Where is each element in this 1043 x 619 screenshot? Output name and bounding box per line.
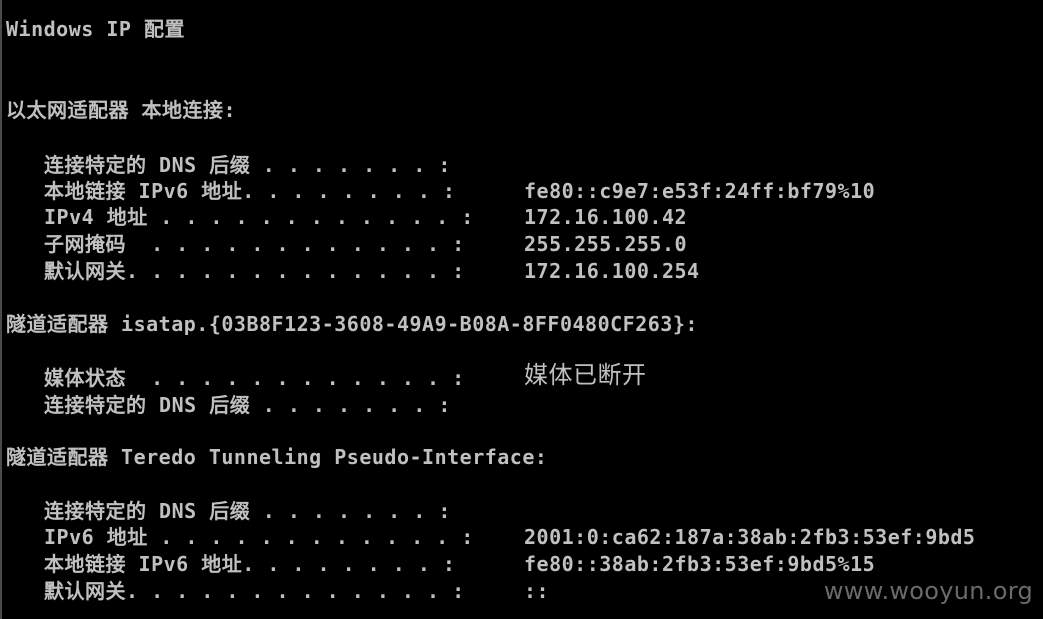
console-title: Windows IP 配置 bbox=[6, 17, 185, 41]
row-value: 255.255.255.0 bbox=[524, 232, 688, 256]
watermark: www.wooyun.org bbox=[823, 577, 1033, 605]
section-header-teredo: 隧道适配器 Teredo Tunneling Pseudo-Interface: bbox=[6, 445, 548, 469]
section-header-isatap: 隧道适配器 isatap.{03B8F123-3608-49A9-B08A-8F… bbox=[6, 312, 698, 336]
row-value: :: bbox=[524, 579, 550, 603]
row-label: 默认网关. . . . . . . . . . . . . : bbox=[44, 579, 465, 603]
row-value: 媒体已断开 bbox=[524, 361, 647, 389]
row-label: 连接特定的 DNS 后缀 . . . . . . . : bbox=[44, 153, 451, 177]
row-label: 连接特定的 DNS 后缀 . . . . . . . : bbox=[44, 393, 451, 417]
section-header-ethernet: 以太网适配器 本地连接: bbox=[6, 98, 237, 122]
row-label: 本地链接 IPv6 地址. . . . . . . . : bbox=[44, 552, 456, 576]
row-label: 子网掩码 . . . . . . . . . . . . : bbox=[44, 232, 465, 256]
row-value: 172.16.100.254 bbox=[524, 259, 700, 283]
row-label: 本地链接 IPv6 地址. . . . . . . . : bbox=[44, 179, 456, 203]
row-value: 2001:0:ca62:187a:38ab:2fb3:53ef:9bd5 bbox=[524, 525, 976, 549]
console-window[interactable]: Windows IP 配置 以太网适配器 本地连接: 连接特定的 DNS 后缀 … bbox=[0, 0, 1043, 619]
row-label: 连接特定的 DNS 后缀 . . . . . . . : bbox=[44, 499, 451, 523]
row-value: 172.16.100.42 bbox=[524, 205, 688, 229]
row-label: 默认网关. . . . . . . . . . . . . : bbox=[44, 259, 465, 283]
row-value: fe80::38ab:2fb3:53ef:9bd5%15 bbox=[524, 552, 876, 576]
row-label: IPv6 地址 . . . . . . . . . . . . : bbox=[44, 525, 474, 549]
row-label: 媒体状态 . . . . . . . . . . . . : bbox=[44, 366, 465, 390]
row-label: IPv4 地址 . . . . . . . . . . . . : bbox=[44, 205, 474, 229]
row-value: fe80::c9e7:e53f:24ff:bf79%10 bbox=[524, 179, 876, 203]
